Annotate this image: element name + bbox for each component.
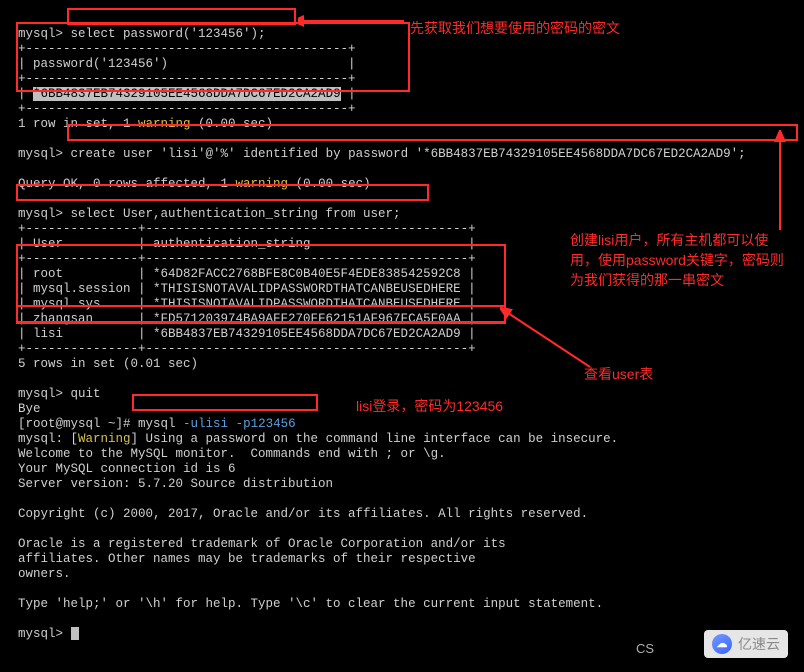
table-row: | lisi | *6BB4837EB74329105EE4568DDA7DC6… (18, 327, 476, 341)
cloud-icon: ☁ (712, 634, 732, 654)
yisu-watermark: ☁ 亿速云 (704, 630, 788, 658)
prompt: mysql> (18, 627, 63, 641)
highlight-box-login-cmd (132, 394, 318, 411)
annotation-create-user: 创建lisi用户，所有主机都可以使用，使用password关键字，密码则为我们获… (570, 230, 790, 290)
annotation-login: lisi登录，密码为123456 (356, 396, 503, 416)
highlight-box-create-user (67, 124, 798, 141)
cursor[interactable] (71, 627, 79, 640)
prompt: mysql> (18, 147, 63, 161)
csdn-watermark: CS (636, 641, 654, 656)
highlight-box-hash-result (16, 22, 410, 92)
cmd-select-user: mysql> select User,authentication_string… (18, 207, 401, 221)
cmd-create-user: create user 'lisi'@'%' identified by pas… (71, 147, 746, 161)
annotation-get-hash: 先获取我们想要使用的密码的密文 (410, 18, 620, 38)
annotation-user-table: 查看user表 (584, 364, 653, 384)
shell-prompt: [root@mysql ~] (18, 417, 123, 431)
terminal-output: mysql> select password('123456'); +-----… (18, 12, 794, 642)
highlight-box-select-user-cmd (16, 184, 429, 201)
highlight-box-lisi-row (16, 305, 506, 323)
